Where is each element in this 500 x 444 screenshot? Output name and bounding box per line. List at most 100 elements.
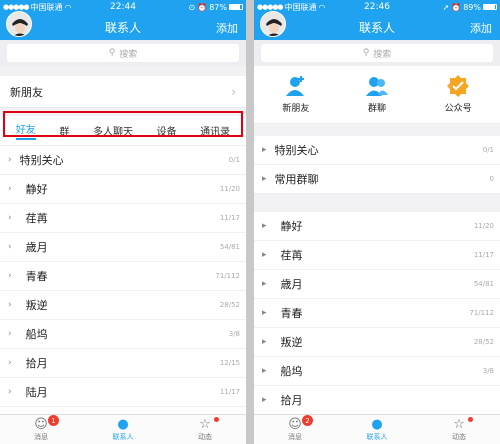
add-friend-icon [285,76,304,96]
list-item[interactable]: › 陆月 11/17 [0,378,246,407]
official-account-entry[interactable]: 公众号 [445,75,472,114]
search-input[interactable]: ⚲ 搜索 [261,44,493,62]
group-count: 28/52 [473,338,494,346]
group-count: 3/8 [228,330,240,338]
tab-contacts[interactable]: ● 联系人 [82,415,164,444]
group-count: 28/52 [219,301,240,309]
status-time: 22:46 [364,2,390,12]
list-item[interactable]: › 荏苒 11/17 [0,204,246,233]
list-item[interactable]: ▸ 荏苒 11/17 [254,241,500,270]
chevron-right-icon: › [231,84,236,99]
tab-label: 联系人 [366,433,388,441]
battery-fill [230,5,241,9]
bottom-tab-bar: ☺ 消息 2 ● 联系人 ☆ 动态 [254,414,500,444]
group-name: 船坞 [280,365,303,378]
unread-badge: 1 [48,415,59,426]
nav-bar: 联系人 添加 [254,11,500,40]
group-count: 11/17 [473,251,494,259]
tab-label: 消息 [34,433,48,441]
tab-dynamic[interactable]: ☆ 动态 [418,415,500,444]
tab-messages[interactable]: ☺ 消息 1 [0,415,82,444]
new-friends-row[interactable]: 新朋友 › [0,76,246,108]
entry-label: 新朋友 [282,104,310,114]
battery-icon [229,4,243,10]
tab-dynamic[interactable]: ☆ 动态 [164,415,246,444]
chevron-right-icon: ▸ [262,250,267,260]
group-name: 静好 [25,183,48,196]
chevron-right-icon: ▸ [262,279,267,289]
search-placeholder: 搜索 [119,49,138,60]
tab-friends[interactable]: 好友 [15,121,36,140]
list-item[interactable]: › 青春 71/112 [0,262,246,291]
list-item[interactable]: › 静好 11/20 [0,175,246,204]
list-item[interactable]: › 叛逆 28/52 [0,291,246,320]
group-count: 54/81 [219,243,240,251]
tab-messages[interactable]: ☺ 消息 2 [254,415,336,444]
search-placeholder: 搜索 [373,49,392,60]
tab-label: 动态 [452,433,466,441]
special-care-group[interactable]: ▸ 特别关心 0/1 [254,136,500,165]
tab-label: 动态 [198,433,212,441]
list-item[interactable]: ▸ 拾月 [254,386,500,415]
group-name: 船坞 [25,328,48,341]
common-groups[interactable]: ▸ 常用群聊 0 [254,165,500,194]
chevron-right-icon: ▸ [262,145,267,155]
list-item[interactable]: › 歳月 54/81 [0,233,246,262]
add-button[interactable]: 添加 [216,20,238,36]
avatar[interactable] [6,11,32,37]
group-count: 71/112 [215,272,240,280]
group-count: 54/81 [473,280,494,288]
tab-devices[interactable]: 设备 [157,123,177,138]
list-item[interactable]: ▸ 静好 11/20 [254,212,500,241]
chevron-right-icon: › [8,184,12,194]
status-bar: ●●●●● 中国联通 ◠ 22:44 ⊙ ⏰ 87% [0,0,246,14]
list-item[interactable]: ▸ 青春 71/112 [254,299,500,328]
tab-address-book[interactable]: 通讯录 [200,123,230,138]
avatar[interactable] [260,11,286,37]
chat-bubble-icon: ☺ [34,417,48,432]
group-name: 拾月 [280,394,303,407]
search-bar: ⚲ 搜索 [254,40,500,66]
group-name: 青春 [25,270,48,283]
group-name: 歳月 [280,278,303,291]
friend-group-list: › 静好 11/20 › 荏苒 11/17 › 歳月 54/81 › 青春 71/112 › 叛逆… [0,175,246,407]
search-input[interactable]: ⚲ 搜索 [7,44,239,62]
search-icon: ⚲ [362,48,370,58]
verified-badge-icon [447,75,470,97]
chevron-right-icon: › [8,358,12,368]
group-name: 陆月 [25,386,48,399]
chat-bubble-icon: ☺ [288,417,302,432]
contacts-icon: ● [117,417,129,432]
new-dot [468,417,473,422]
group-count: 12/15 [219,359,240,367]
group-count: 11/20 [473,222,494,230]
page-title: 联系人 [358,20,395,35]
group-name: 荏苒 [280,249,303,262]
friend-group-list: ▸ 静好 11/20 ▸ 荏苒 11/17 ▸ 歳月 54/81 ▸ 青春 71/112 ▸ 叛逆… [254,212,500,415]
add-button[interactable]: 添加 [470,20,492,36]
list-item[interactable]: › 拾月 12/15 [0,349,246,378]
list-item[interactable]: ▸ 叛逆 28/52 [254,328,500,357]
new-friends-entry[interactable]: 新朋友 [282,75,309,114]
special-care-group[interactable]: › 特别关心 0/1 [0,146,246,175]
tab-contacts[interactable]: ● 联系人 [336,415,418,444]
list-item[interactable]: ▸ 船坞 3/8 [254,357,500,386]
group-name: 叛逆 [280,336,303,349]
star-icon: ☆ [453,417,465,432]
contacts-icon: ● [371,417,383,432]
tab-label: 联系人 [112,433,134,441]
chevron-right-icon: ▸ [262,308,267,318]
tab-multi-chat[interactable]: 多人聊天 [93,123,133,138]
chevron-right-icon: ▸ [262,174,267,184]
tab-groups[interactable]: 群 [59,123,69,138]
new-friends-label: 新朋友 [10,85,43,99]
list-item[interactable]: › 船坞 3/8 [0,320,246,349]
left-phone-screen: ●●●●● 中国联通 ◠ 22:44 ⊙ ⏰ 87% 联系人 添加 ⚲ 搜索 新… [0,0,246,444]
group-icon [366,77,388,96]
list-item[interactable]: ▸ 歳月 54/81 [254,270,500,299]
chevron-right-icon: › [8,155,12,165]
group-count: 0/1 [482,146,494,154]
status-time: 22:44 [110,2,136,12]
group-chat-entry[interactable]: 群聊 [366,75,388,114]
page-title: 联系人 [104,20,141,35]
